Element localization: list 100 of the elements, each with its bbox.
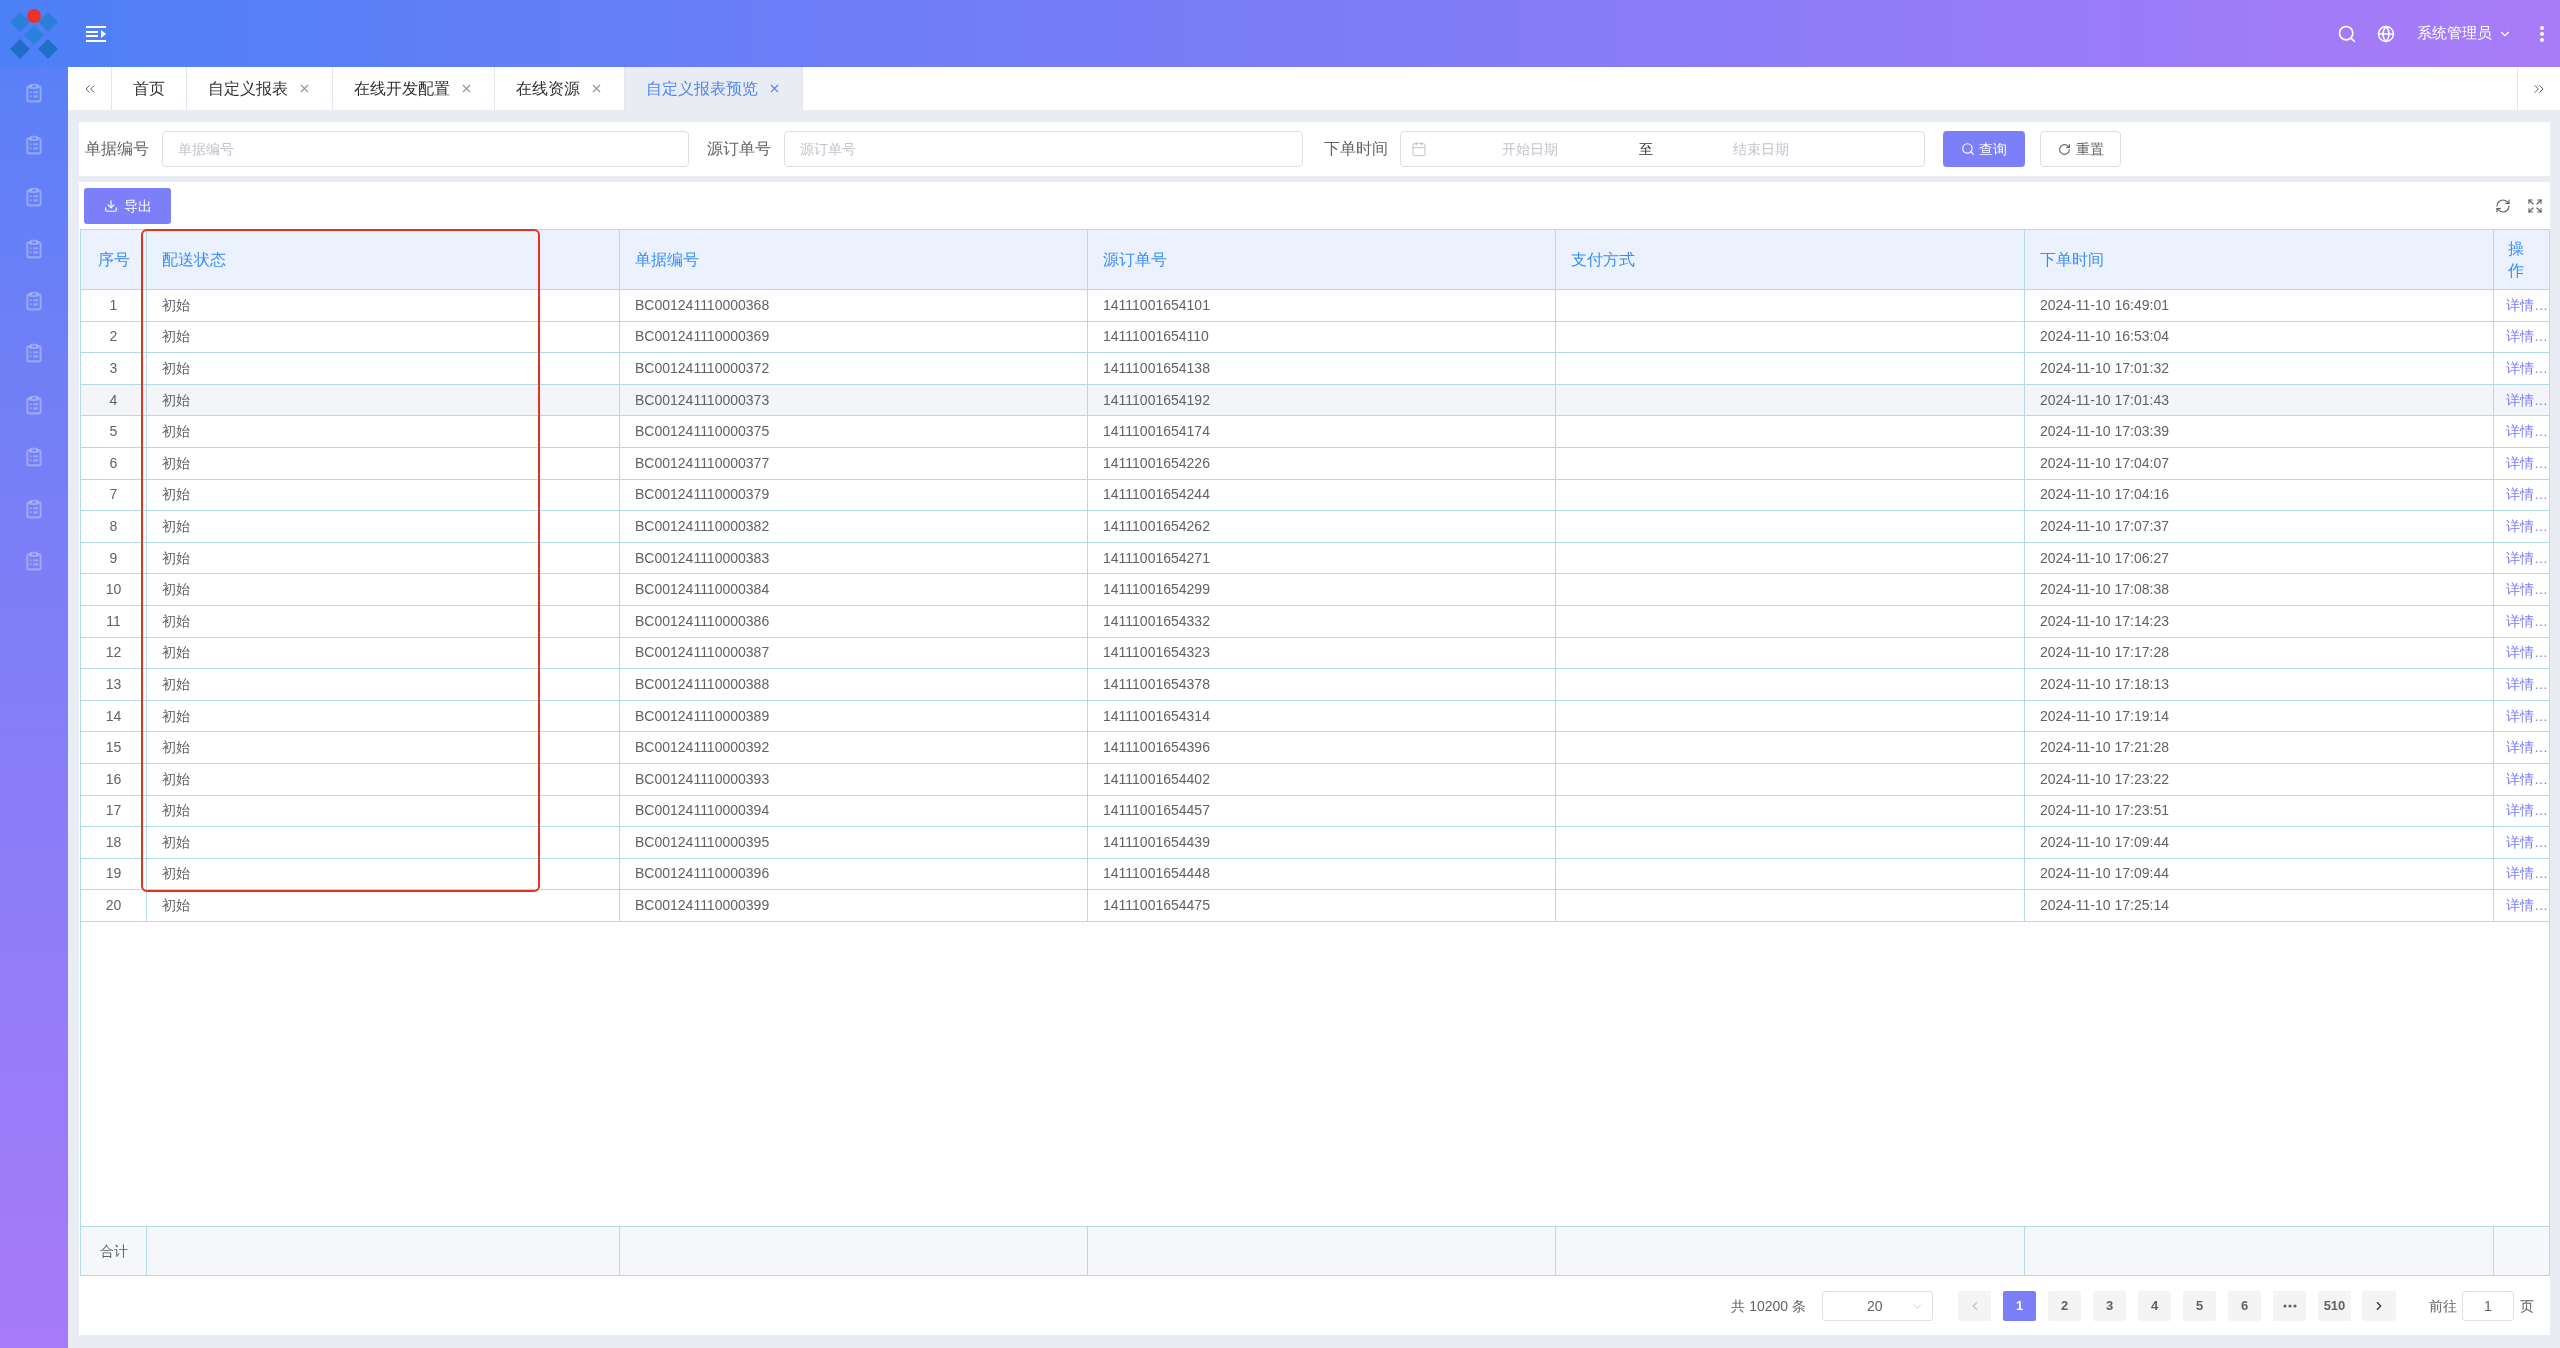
clipboard-icon[interactable] <box>24 447 44 467</box>
details-link[interactable]: 详情… <box>2506 452 2548 474</box>
page-button[interactable]: 3 <box>2093 1291 2126 1321</box>
clipboard-icon[interactable] <box>24 343 44 363</box>
details-link[interactable]: 详情… <box>2506 579 2548 601</box>
details-link[interactable]: 详情… <box>2506 737 2548 759</box>
table-cell: 2024-11-10 17:09:44 <box>2025 827 2494 858</box>
clipboard-icon[interactable] <box>24 187 44 207</box>
details-link[interactable]: 详情… <box>2506 610 2548 632</box>
refresh-icon[interactable] <box>2495 198 2511 214</box>
ellipsis-icon <box>2282 1304 2297 1308</box>
end-date-field[interactable]: 结束日期 <box>1657 138 1864 160</box>
page-button[interactable]: 6 <box>2228 1291 2261 1321</box>
index-cell: 7 <box>81 479 147 511</box>
more-pages-button[interactable] <box>2273 1291 2306 1321</box>
page-button[interactable]: 1 <box>2003 1291 2036 1321</box>
export-button[interactable]: 导出 <box>84 188 171 224</box>
clipboard-icon[interactable] <box>24 239 44 259</box>
fullscreen-icon[interactable] <box>2527 198 2543 214</box>
details-link[interactable]: 详情… <box>2506 515 2548 537</box>
table-cell: 2024-11-10 16:53:04 <box>2025 321 2494 353</box>
table-cell: BC001241110000383 <box>620 542 1088 574</box>
reset-button[interactable]: 重置 <box>2040 131 2121 167</box>
text-input-field[interactable]: 源订单号 <box>784 131 1303 167</box>
table-cell: 14111001654396 <box>1088 732 1556 763</box>
index-cell: 3 <box>81 353 147 384</box>
search-icon[interactable] <box>2337 23 2357 44</box>
tab[interactable]: 自定义报表预览 <box>625 67 803 110</box>
index-cell: 5 <box>81 416 147 447</box>
tab-label: 首页 <box>133 78 165 99</box>
details-link[interactable]: 详情… <box>2506 421 2548 443</box>
details-link[interactable]: 详情… <box>2506 705 2548 727</box>
table-cell: 初始 <box>147 416 620 447</box>
page-size-select[interactable]: 20 <box>1822 1291 1933 1321</box>
index-cell: 10 <box>81 574 147 605</box>
index-cell: 15 <box>81 732 147 763</box>
details-link[interactable]: 详情… <box>2506 294 2548 316</box>
details-link[interactable]: 详情… <box>2506 389 2548 411</box>
table-cell: BC001241110000394 <box>620 795 1088 827</box>
table-cell: BC001241110000375 <box>620 416 1088 447</box>
index-cell: 8 <box>81 511 147 542</box>
details-link[interactable]: 详情… <box>2506 673 2548 695</box>
details-link[interactable]: 详情… <box>2506 895 2548 917</box>
text-input-field[interactable]: 单据编号 <box>162 131 689 167</box>
table-cell: BC001241110000382 <box>620 511 1088 542</box>
clipboard-icon[interactable] <box>24 395 44 415</box>
table-cell: 2024-11-10 17:06:27 <box>2025 542 2494 574</box>
details-link[interactable]: 详情… <box>2506 358 2548 379</box>
vertical-dots-icon[interactable] <box>2540 25 2544 42</box>
table-cell: 2024-11-10 17:21:28 <box>2025 732 2494 763</box>
query-button[interactable]: 查询 <box>1943 131 2025 167</box>
tab-label: 在线开发配置 <box>354 78 450 99</box>
table-cell: BC001241110000369 <box>620 321 1088 353</box>
details-link[interactable]: 详情… <box>2506 831 2548 853</box>
close-icon[interactable] <box>460 82 473 95</box>
page-jump-field[interactable]: 1 <box>2462 1291 2514 1321</box>
clipboard-icon[interactable] <box>24 499 44 519</box>
table-cell: 14111001654110 <box>1088 321 1556 353</box>
details-link[interactable]: 详情… <box>2506 326 2548 348</box>
table-cell: 2024-11-10 17:08:38 <box>2025 574 2494 605</box>
table-cell: 初始 <box>147 447 620 479</box>
clipboard-icon[interactable] <box>24 291 44 311</box>
date-range-field[interactable]: 开始日期 至 结束日期 <box>1400 131 1925 167</box>
globe-icon[interactable] <box>2377 24 2395 43</box>
index-cell: 16 <box>81 763 147 795</box>
details-link[interactable]: 详情… <box>2506 547 2548 569</box>
tab-label: 自定义报表预览 <box>646 78 758 99</box>
user-menu-button[interactable]: 系统管理员 <box>2417 22 2512 45</box>
tab-label: 在线资源 <box>516 78 580 99</box>
close-icon[interactable] <box>590 82 603 95</box>
details-link[interactable]: 详情… <box>2506 768 2548 790</box>
table-cell: 14111001654174 <box>1088 416 1556 447</box>
table-cell: 14111001654314 <box>1088 700 1556 732</box>
menu-icon[interactable] <box>86 25 106 42</box>
clipboard-icon[interactable] <box>24 135 44 155</box>
index-cell: 14 <box>81 700 147 732</box>
details-link[interactable]: 详情… <box>2506 800 2548 822</box>
page-unit-label: 页 <box>2520 1296 2534 1316</box>
clipboard-icon[interactable] <box>24 551 44 571</box>
details-link[interactable]: 详情… <box>2506 484 2548 506</box>
table-cell: 初始 <box>147 353 620 384</box>
page-button[interactable]: 510 <box>2318 1291 2351 1321</box>
page-button[interactable]: 4 <box>2138 1291 2171 1321</box>
next-page-button[interactable] <box>2362 1291 2396 1321</box>
start-date-field[interactable]: 开始日期 <box>1427 138 1634 160</box>
page-button[interactable]: 5 <box>2183 1291 2216 1321</box>
details-link[interactable]: 详情… <box>2506 642 2548 664</box>
table-cell: 2024-11-10 17:01:43 <box>2025 384 2494 416</box>
table-cell: BC001241110000368 <box>620 290 1088 321</box>
details-link[interactable]: 详情… <box>2506 863 2548 885</box>
index-cell: 9 <box>81 542 147 574</box>
close-icon[interactable] <box>768 82 781 95</box>
table-cell: BC001241110000386 <box>620 605 1088 637</box>
page-button[interactable]: 2 <box>2048 1291 2081 1321</box>
table-cell: BC001241110000395 <box>620 827 1088 858</box>
index-cell: 6 <box>81 447 147 479</box>
close-icon[interactable] <box>298 82 311 95</box>
column-header: 支付方式 <box>1556 230 2025 289</box>
clipboard-icon[interactable] <box>24 83 44 103</box>
table-cell: 14111001654262 <box>1088 511 1556 542</box>
